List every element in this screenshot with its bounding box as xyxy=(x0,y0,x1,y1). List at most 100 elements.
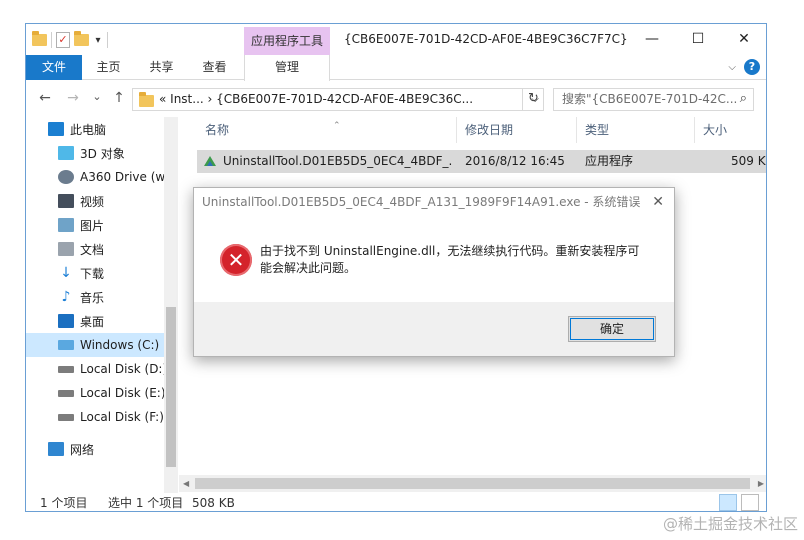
tab-manage[interactable]: 管理 xyxy=(244,55,330,81)
tab-share[interactable]: 共享 xyxy=(139,55,184,80)
dialog-footer: 确定 xyxy=(194,302,674,356)
nav-item-label: A360 Drive (w xyxy=(80,170,166,184)
minimize-button[interactable]: — xyxy=(629,24,675,55)
expand-ribbon-icon[interactable]: ⌵ xyxy=(728,62,736,73)
nav-item-label: 视频 xyxy=(80,194,105,209)
help-icon[interactable]: ? xyxy=(744,59,760,75)
error-dialog: UninstallTool.D01EB5D5_0EC4_4BDF_A131_19… xyxy=(193,187,675,357)
disk-d-icon xyxy=(58,365,74,373)
column-header-name[interactable]: 名称 ⌃ xyxy=(197,117,457,143)
address-path[interactable]: « Inst... › {CB6E007E-701D-42CD-AF0E-4BE… xyxy=(159,89,473,110)
nav-item-desktop[interactable]: 桌面 xyxy=(58,309,178,333)
dialog-close-icon[interactable]: ✕ xyxy=(652,188,664,216)
customize-toolbar-icon[interactable]: ▾ xyxy=(93,35,103,46)
nav-pane-scroll-thumb[interactable] xyxy=(166,307,176,467)
nav-item-documents[interactable]: 文档 xyxy=(58,237,178,261)
forward-icon[interactable]: → xyxy=(64,90,82,106)
nav-item-music[interactable]: ♪ 音乐 xyxy=(58,285,178,309)
file-modified-cell: 2016/8/12 16:45 xyxy=(465,154,565,168)
file-name-cell: UninstallTool.D01EB5D5_0EC4_4BDF_... xyxy=(223,154,453,168)
pictures-icon xyxy=(58,218,74,232)
up-icon[interactable]: ↑ xyxy=(110,90,128,106)
address-bar[interactable]: « Inst... › {CB6E007E-701D-42CD-AF0E-4BE… xyxy=(132,88,544,111)
nav-item-network[interactable]: 网络 xyxy=(48,437,178,461)
column-header-label: 名称 xyxy=(205,123,230,137)
watermark: @稀土掘金技术社区 xyxy=(662,515,798,533)
scroll-right-icon[interactable]: ▶ xyxy=(758,475,764,492)
large-icons-view-icon[interactable] xyxy=(741,494,759,511)
nav-item-label: Windows (C:) xyxy=(80,338,160,352)
sort-ascending-icon: ⌃ xyxy=(333,121,341,131)
nav-item-label: Local Disk (F:) xyxy=(80,410,164,424)
horizontal-scrollbar[interactable]: ◀ ▶ xyxy=(179,475,766,492)
downloads-icon: ↓ xyxy=(60,265,72,281)
music-icon: ♪ xyxy=(61,289,71,305)
nav-item-label: 3D 对象 xyxy=(80,146,125,161)
nav-item-videos[interactable]: 视频 xyxy=(58,189,178,213)
folder-icon xyxy=(139,92,154,107)
network-icon xyxy=(48,442,64,456)
disk-e-icon xyxy=(58,389,74,397)
table-row[interactable]: UninstallTool.D01EB5D5_0EC4_4BDF_... 201… xyxy=(197,150,766,173)
column-header-type[interactable]: 类型 xyxy=(577,117,695,143)
column-header-modified[interactable]: 修改日期 xyxy=(457,117,577,143)
3d-objects-icon xyxy=(58,146,74,160)
disk-f-icon xyxy=(58,413,74,421)
pc-icon xyxy=(48,122,64,136)
scroll-left-icon[interactable]: ◀ xyxy=(183,475,189,492)
quick-access-toolbar: ✓ ▾ xyxy=(32,30,108,50)
folder-icon[interactable] xyxy=(32,31,47,46)
title-bar: ✓ ▾ 应用程序工具 {CB6E007E-701D-42CD-AF0E-4BE9… xyxy=(26,24,766,55)
search-icon[interactable]: ⌕ xyxy=(740,91,747,106)
properties-icon[interactable]: ✓ xyxy=(56,32,70,48)
item-count: 1 个项目 xyxy=(40,496,88,510)
file-size-cell: 509 KB xyxy=(731,154,766,168)
tab-file[interactable]: 文件 xyxy=(26,55,82,80)
nav-item-3d-objects[interactable]: 3D 对象 xyxy=(58,141,178,165)
horizontal-scroll-thumb[interactable] xyxy=(195,478,750,489)
search-placeholder[interactable]: 搜索"{CB6E007E-701D-42C... xyxy=(562,89,737,110)
nav-pane-scrollbar[interactable] xyxy=(164,117,178,493)
nav-item-label: Local Disk (D:) xyxy=(80,362,168,376)
status-bar: 1 个项目 选中 1 个项目 508 KB xyxy=(26,493,766,511)
back-icon[interactable]: ← xyxy=(36,90,54,106)
tab-view[interactable]: 查看 xyxy=(192,55,237,80)
close-button[interactable]: ✕ xyxy=(721,24,766,55)
a360-drive-icon xyxy=(58,170,74,184)
error-icon: ✕ xyxy=(220,244,252,276)
nav-item-local-disk-f[interactable]: Local Disk (F:) xyxy=(58,405,178,429)
nav-item-label: 此电脑 xyxy=(70,122,107,137)
nav-item-label: 音乐 xyxy=(80,290,105,305)
documents-icon xyxy=(58,242,74,256)
file-type-cell: 应用程序 xyxy=(585,154,634,168)
nav-item-a360-drive[interactable]: A360 Drive (w xyxy=(58,165,178,189)
nav-item-windows-c[interactable]: Windows (C:) xyxy=(26,333,164,357)
refresh-icon[interactable]: ↻ xyxy=(522,88,544,111)
nav-item-local-disk-e[interactable]: Local Disk (E:) xyxy=(58,381,178,405)
dialog-title: UninstallTool.D01EB5D5_0EC4_4BDF_A131_19… xyxy=(202,195,641,209)
toolbar-divider xyxy=(51,32,52,48)
dialog-message: 由于找不到 UninstallEngine.dll，无法继续执行代码。重新安装程… xyxy=(260,244,640,275)
nav-item-label: 图片 xyxy=(80,218,105,233)
column-header-size[interactable]: 大小 xyxy=(695,117,766,143)
details-view-icon[interactable] xyxy=(719,494,737,511)
nav-item-local-disk-d[interactable]: Local Disk (D:) xyxy=(58,357,178,381)
toolbar-divider xyxy=(107,32,108,48)
nav-item-pictures[interactable]: 图片 xyxy=(58,213,178,237)
videos-icon xyxy=(58,194,74,208)
ribbon-tabs: 文件 主页 共享 查看 管理 ⌵ ? xyxy=(26,55,766,81)
app-tools-context-header: 应用程序工具 xyxy=(244,27,330,55)
recent-locations-icon[interactable]: ⌄ xyxy=(88,90,106,103)
nav-item-label: 下载 xyxy=(80,266,105,281)
nav-item-this-pc[interactable]: 此电脑 xyxy=(48,117,178,141)
ok-button[interactable]: 确定 xyxy=(568,316,656,342)
maximize-button[interactable]: ☐ xyxy=(675,24,721,55)
search-box[interactable]: 搜索"{CB6E007E-701D-42C... ⌕ xyxy=(553,88,754,111)
nav-item-label: Local Disk (E:) xyxy=(80,386,166,400)
desktop-icon xyxy=(58,314,74,328)
window-title: {CB6E007E-701D-42CD-AF0E-4BE9C36C7F7C} xyxy=(344,32,628,46)
selected-count: 选中 1 个项目 xyxy=(108,496,184,510)
new-folder-icon[interactable] xyxy=(74,31,89,46)
tab-home[interactable]: 主页 xyxy=(86,55,131,80)
nav-item-downloads[interactable]: ↓ 下载 xyxy=(58,261,178,285)
